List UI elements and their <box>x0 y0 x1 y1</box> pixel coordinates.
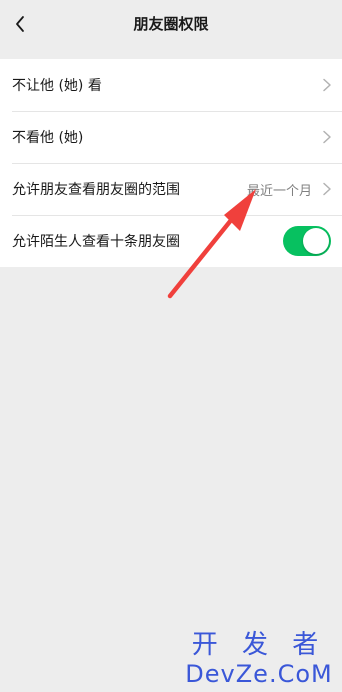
watermark-cn: 开 发 者 <box>191 630 327 660</box>
chevron-right-icon <box>323 182 331 196</box>
watermark: 开 发 者 DevZe.CoM <box>184 630 334 688</box>
row-dont-see[interactable]: 不看他 (她) <box>0 111 342 163</box>
page-title: 朋友圈权限 <box>133 15 209 33</box>
row-stranger-view: 允许陌生人查看十条朋友圈 <box>0 215 342 267</box>
row-hide-from[interactable]: 不让他 (她) 看 <box>0 59 342 111</box>
row-label: 不让他 (她) 看 <box>12 78 102 94</box>
row-label: 允许朋友查看朋友圈的范围 <box>12 182 180 198</box>
nav-bar: 朋友圈权限 <box>0 0 342 48</box>
row-label: 允许陌生人查看十条朋友圈 <box>12 234 180 250</box>
row-visible-range[interactable]: 允许朋友查看朋友圈的范围 最近一个月 <box>0 163 342 215</box>
settings-list: 不让他 (她) 看 不看他 (她) 允许朋友查看朋友圈的范围 最近一个月 允许陌… <box>0 59 342 267</box>
watermark-en: DevZe.CoM <box>185 660 333 688</box>
chevron-right-icon <box>323 78 331 92</box>
chevron-right-icon <box>323 130 331 144</box>
toggle-knob <box>303 228 329 254</box>
stranger-view-toggle[interactable] <box>283 226 331 256</box>
range-value: 最近一个月 <box>246 183 312 199</box>
row-label: 不看他 (她) <box>12 130 84 146</box>
